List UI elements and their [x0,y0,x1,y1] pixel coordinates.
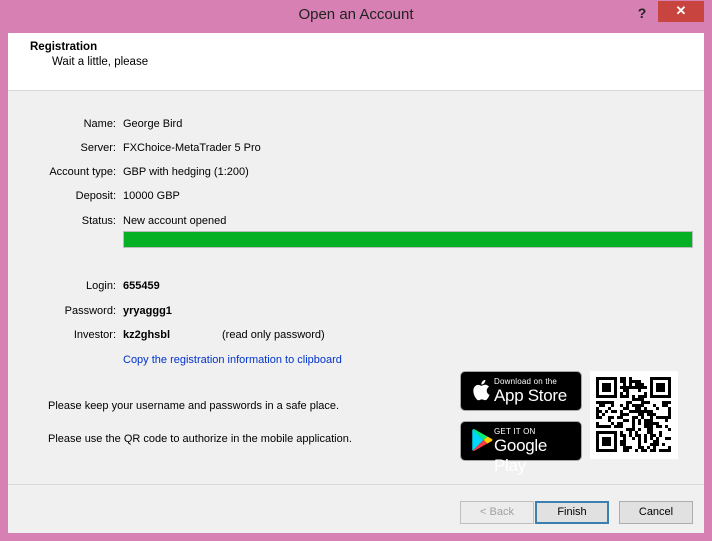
password-label: Password: [64,305,116,317]
finish-button[interactable]: Finish [535,501,609,524]
app-store-small-text: Download on the [494,377,558,386]
close-button[interactable]: ✕ [658,1,704,22]
footer-separator [8,484,704,485]
status-value: New account opened [123,215,227,227]
app-store-big-text: App Store [494,386,567,405]
name-value: George Bird [123,118,183,130]
qr-code-image [596,377,671,452]
header-subtitle: Wait a little, please [52,56,149,68]
dialog-body: Registration Wait a little, please Name:… [8,33,704,533]
progress-bar [123,231,693,248]
google-play-icon [472,429,493,451]
name-label: Name: [83,118,116,130]
account-type-label: Account type: [49,166,116,178]
help-button[interactable]: ? [631,3,653,25]
copy-to-clipboard-link[interactable]: Copy the registration information to cli… [123,354,342,366]
server-value: FXChoice-MetaTrader 5 Pro [123,142,261,154]
investor-label: Investor: [73,329,116,341]
login-value: 655459 [123,280,160,292]
password-value: yryaggg1 [123,305,172,317]
qr-code [590,371,678,459]
title-bar: Open an Account ? ✕ [0,0,712,33]
app-store-badge[interactable]: Download on the App Store [460,371,582,411]
account-type-value: GBP with hedging (1:200) [123,166,249,178]
window-title: Open an Account [298,6,414,23]
investor-value: kz2ghsbl [123,329,171,341]
deposit-value: 10000 GBP [123,190,180,202]
deposit-label: Deposit: [75,190,116,202]
investor-note: (read only password) [222,329,325,341]
cancel-button[interactable]: Cancel [619,501,693,524]
wizard-header: Registration Wait a little, please [8,33,704,91]
login-label: Login: [86,280,116,292]
apple-icon [473,379,490,401]
google-play-badge[interactable]: GET IT ON Google Play [460,421,582,475]
status-label: Status: [81,215,116,227]
progress-fill [124,232,692,247]
header-title: Registration [30,41,98,53]
qr-hint-note: Please use the QR code to authorize in t… [48,433,352,445]
back-button[interactable]: < Back [460,501,534,524]
google-play-small-text: GET IT ON [494,427,536,436]
safe-place-note: Please keep your username and passwords … [48,400,340,412]
google-play-big-text: Google Play [494,436,548,475]
server-label: Server: [80,142,116,154]
